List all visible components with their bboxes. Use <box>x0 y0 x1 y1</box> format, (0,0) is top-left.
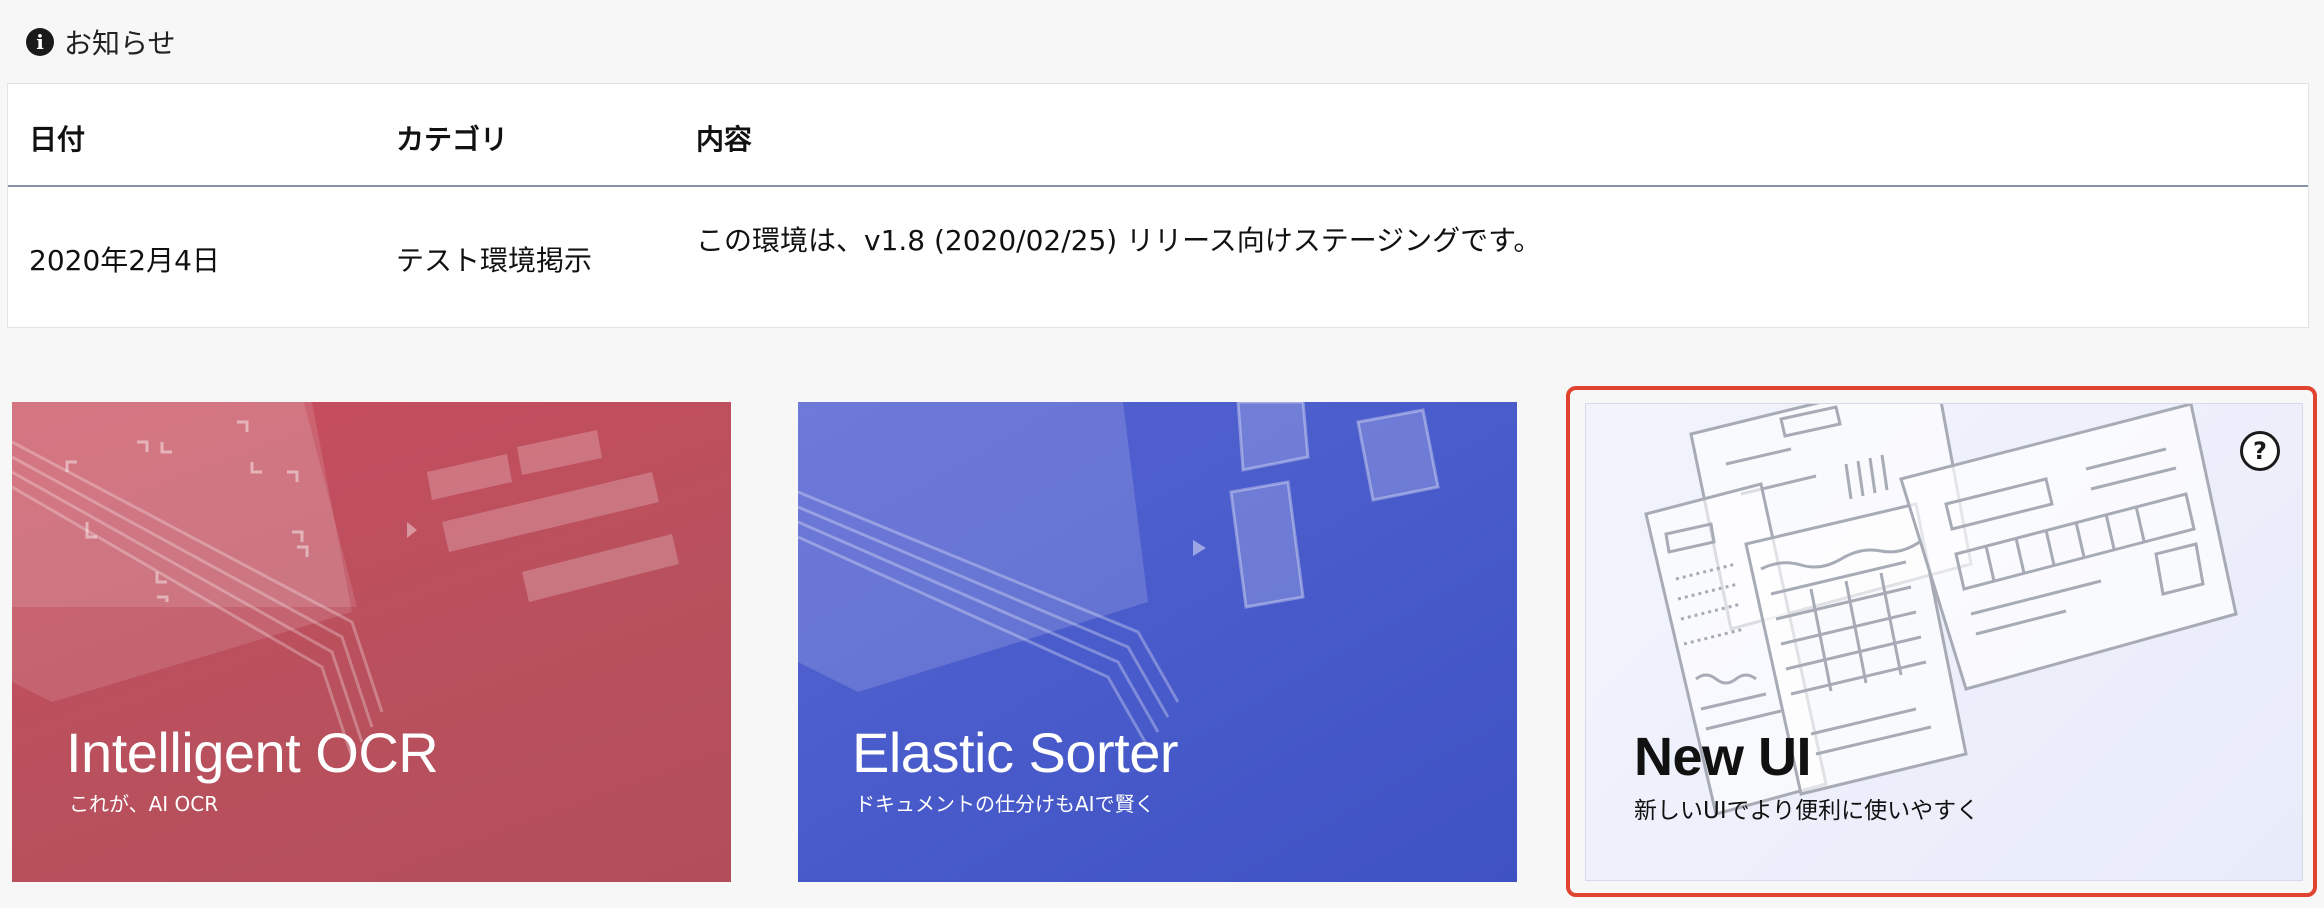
card-title: New UI <box>1634 727 1812 787</box>
card-title: Intelligent OCR <box>66 721 439 784</box>
info-icon: i <box>26 28 54 56</box>
notice-heading: お知らせ <box>64 27 176 60</box>
column-header-category: カテゴリ <box>396 123 509 156</box>
table-header: 日付 カテゴリ 内容 <box>8 84 2308 187</box>
question-circle-icon[interactable]: ? <box>2240 431 2280 471</box>
row-content: この環境は、v1.8 (2020/02/25) リリース向けステージングです。 <box>696 224 1542 257</box>
intelligent-ocr-card[interactable]: Intelligent OCR これが、AI OCR <box>12 402 731 882</box>
new-ui-card[interactable]: ? New UI 新しいUIでより便利に使いやすく <box>1585 403 2303 881</box>
notice-header: i お知らせ <box>26 22 175 62</box>
elastic-sorter-card[interactable]: Elastic Sorter ドキュメントの仕分けもAIで賢く <box>798 402 1517 882</box>
card-subtitle: 新しいUIでより便利に使いやすく <box>1634 798 1980 824</box>
card-title: Elastic Sorter <box>852 721 1179 784</box>
row-category: テスト環境掲示 <box>396 244 593 277</box>
column-header-date: 日付 <box>29 123 86 156</box>
row-date: 2020年2月4日 <box>29 244 220 277</box>
column-header-content: 内容 <box>696 123 753 156</box>
notice-table: 日付 カテゴリ 内容 2020年2月4日 テスト環境掲示 この環境は、v1.8 … <box>7 83 2309 328</box>
card-subtitle: ドキュメントの仕分けもAIで賢く <box>855 792 1155 816</box>
card-subtitle: これが、AI OCR <box>69 792 219 816</box>
